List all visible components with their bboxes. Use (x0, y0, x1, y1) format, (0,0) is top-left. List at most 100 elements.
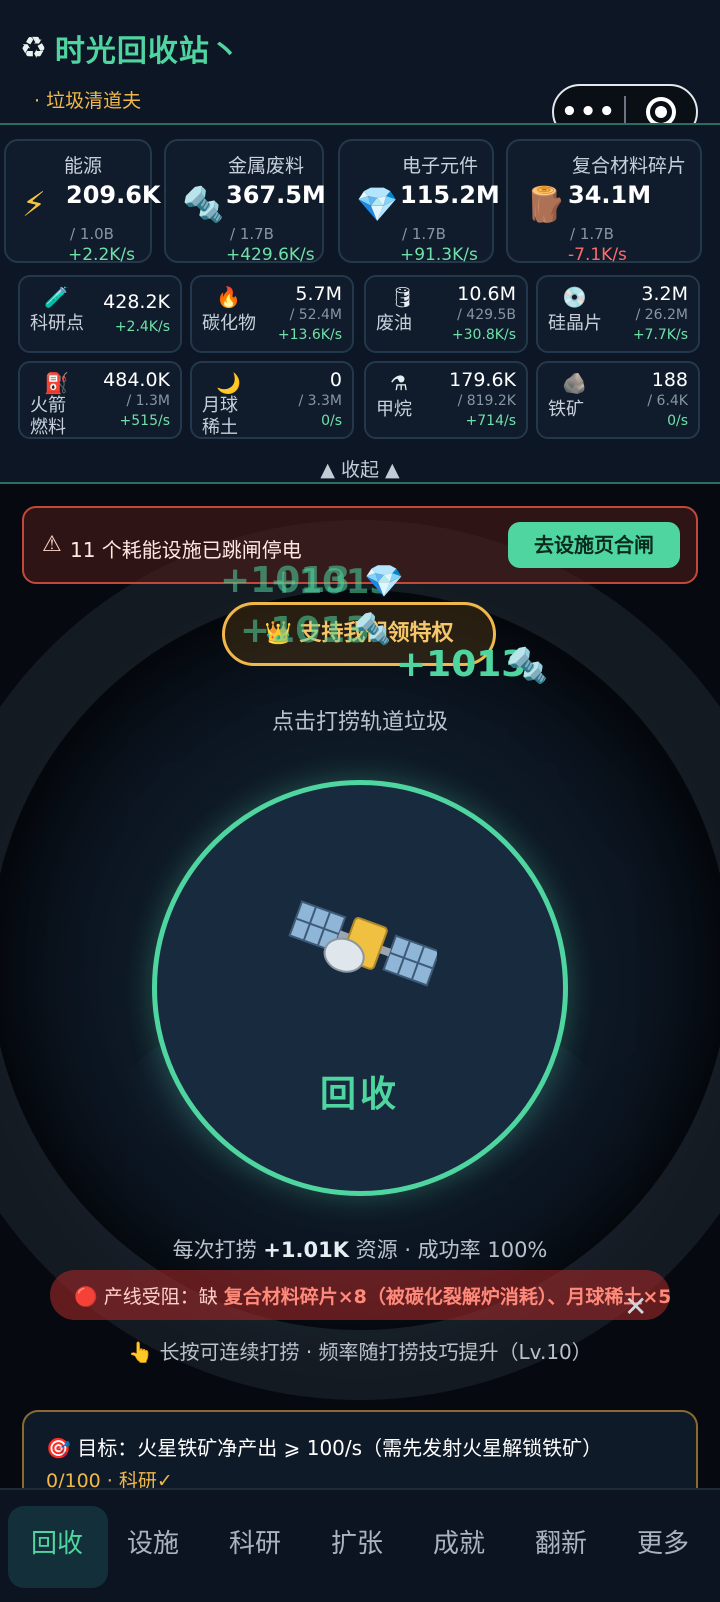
fuel-pump-icon: ⛽ (44, 371, 69, 395)
resource-name: 科研点 (30, 313, 84, 334)
tab-recycle[interactable]: 回收 (6, 1490, 108, 1602)
salvage-stats: 每次打捞 +1.01K 资源 · 成功率 100% (0, 1234, 720, 1264)
satellite-icon (288, 900, 437, 987)
resource-card-energy: ⚡ 能源 209.6K / 1.0B +2.2K/s (4, 139, 161, 265)
tab-achievements[interactable]: 成就 (408, 1490, 510, 1602)
goal-text: 🎯 目标：火星铁矿净产出 ⩾ 100/s（需先发射火星解锁铁矿） (46, 1436, 603, 1460)
tab-renovate[interactable]: 翻新 (510, 1490, 612, 1602)
resource-value: 115.2M (400, 181, 500, 209)
production-blocked-banner: 🔴 产线受阻：缺 复合材料碎片×8（被碳化裂解炉消耗）、月球稀土×5 (50, 1270, 670, 1320)
moon-icon: 🌙 (216, 371, 241, 395)
stats-amount: +1.01K (263, 1238, 349, 1262)
resource-name: 甲烷 (376, 399, 412, 420)
resource-value: 0 (329, 369, 342, 391)
tab-more[interactable]: 更多 (612, 1490, 714, 1602)
collapse-toggle[interactable]: ▲ 收起 ▲ (0, 455, 720, 482)
resource-name: 废油 (376, 313, 412, 334)
resource-card-lunar-earth: 🌙 月球 稀土 0 / 3.3M 0/s (190, 361, 354, 439)
resource-rate: +714/s (465, 413, 516, 429)
test-tube-icon: 🧪 (44, 285, 69, 309)
bolt-icon: 🔩 (182, 185, 225, 225)
resource-card-iron-ore: 🪨 铁矿 188 / 6.4K 0/s (536, 361, 700, 439)
resource-rate: +429.6K/s (226, 245, 315, 265)
rock-icon: 🪨 (562, 371, 587, 395)
fire-icon: 🔥 (216, 285, 241, 309)
resource-card-silicon: 💿 硅晶片 3.2M / 26.2M +7.7K/s (536, 275, 700, 353)
resource-rate: +7.7K/s (632, 327, 688, 343)
resource-rate: -7.1K/s (568, 245, 627, 265)
resource-card-electronics: 💎 电子元件 115.2M / 1.7B +91.3K/s (338, 139, 500, 265)
recycle-button[interactable]: 回收 (152, 780, 568, 1196)
resource-cap: / 1.3M (126, 393, 170, 409)
resource-value: 3.2M (641, 283, 688, 305)
bolt-icon: 🔩 (506, 646, 549, 686)
gain-floater: +1013 (240, 610, 371, 651)
resource-card-metal: 🔩 金属废料 367.5M / 1.7B +429.6K/s (164, 139, 326, 265)
resource-rate: 0/s (667, 413, 688, 429)
resource-value: 484.0K (103, 369, 170, 391)
stats-suffix: 资源 · 成功率 100% (348, 1238, 548, 1262)
tab-facilities[interactable]: 设施 (102, 1490, 204, 1602)
resource-value: 367.5M (226, 181, 326, 209)
resource-name: 金属废料 (227, 155, 304, 177)
resource-cap: / 52.4M (289, 307, 342, 323)
divider (0, 482, 720, 484)
resource-value: 10.6M (457, 283, 516, 305)
resource-value: 428.2K (103, 291, 170, 313)
resource-card-rocket-fuel: ⛽ 火箭 燃料 484.0K / 1.3M +515/s (18, 361, 182, 439)
flask-icon: ⚗ (390, 371, 408, 395)
resource-name: 月球 稀土 (202, 395, 238, 438)
resource-cap: / 429.5B (457, 307, 516, 323)
oil-barrel-icon: 🛢 (390, 285, 416, 309)
resource-name: 电子元件 (401, 155, 478, 177)
blocked-message: 🔴 产线受阻：缺 复合材料碎片×8（被碳化裂解炉消耗）、月球稀土×5 (74, 1282, 670, 1309)
gem-icon: 💎 (364, 562, 404, 600)
resource-cap: / 1.7B (230, 225, 274, 243)
resource-rate: +2.4K/s (114, 319, 170, 335)
resource-value: 188 (651, 369, 688, 391)
resource-value: 5.7M (295, 283, 342, 305)
blocked-prefix: 🔴 产线受阻：缺 (74, 1286, 224, 1308)
blocked-items: 复合材料碎片×8（被碳化裂解炉消耗）、月球稀土×5 (223, 1286, 670, 1308)
close-icon[interactable]: ✕ (624, 1290, 647, 1323)
resource-value: 34.1M (568, 181, 652, 209)
resource-rate: +30.8K/s (451, 327, 516, 343)
bottom-nav: 回收 设施 科研 扩张 成就 翻新 更多 (0, 1488, 720, 1602)
resource-card-waste-oil: 🛢 废油 10.6M / 429.5B +30.8K/s (364, 275, 528, 353)
app-title-text: 时光回收站丶 (54, 34, 241, 69)
resource-name: 碳化物 (202, 313, 256, 334)
resource-card-carbide: 🔥 碳化物 5.7M / 52.4M +13.6K/s (190, 275, 354, 353)
warning-icon: ⚠ (42, 532, 62, 557)
resource-name: 复合材料碎片 (571, 155, 686, 177)
resource-card-research: 🧪 科研点 428.2K +2.4K/s (18, 275, 182, 353)
alert-message: 11 个耗能设施已跳闸停电 (70, 538, 302, 562)
tab-research[interactable]: 科研 (204, 1490, 306, 1602)
resource-value: 209.6K (66, 181, 161, 209)
disc-icon: 💿 (562, 285, 587, 309)
resource-name: 能源 (63, 155, 102, 177)
resource-card-composite: 🪵 复合材料碎片 34.1M / 1.7B -7.1K/s (506, 139, 702, 265)
resource-name: 火箭 燃料 (30, 395, 66, 438)
resource-cap: / 26.2M (635, 307, 688, 323)
resource-cap: / 1.7B (570, 225, 614, 243)
gem-icon: 💎 (356, 185, 399, 225)
resource-value: 179.6K (449, 369, 516, 391)
resource-rate: 0/s (321, 413, 342, 429)
resource-cap: / 3.3M (298, 393, 342, 409)
resource-rate: +2.2K/s (68, 245, 136, 265)
resource-panel: ⚡ 能源 209.6K / 1.0B +2.2K/s 🔩 金属废料 367.5M… (0, 125, 720, 483)
resource-cap: / 819.2K (457, 393, 516, 409)
tab-expansion[interactable]: 扩张 (306, 1490, 408, 1602)
log-icon: 🪵 (524, 185, 567, 225)
recycle-label: 回收 (319, 1074, 400, 1115)
player-title: · 垃圾清道夫 (34, 90, 142, 112)
salvage-hint: 点击打捞轨道垃圾 (271, 710, 448, 735)
app-title: ♻ 时光回收站丶 (20, 26, 241, 70)
resource-name: 硅晶片 (548, 313, 602, 334)
reset-breaker-button[interactable]: 去设施页合闸 (508, 522, 680, 568)
bolt-icon: 🔩 (354, 612, 392, 647)
recycle-icon: ♻ (20, 30, 47, 66)
resource-rate: +91.3K/s (400, 245, 478, 265)
resource-rate: +13.6K/s (277, 327, 342, 343)
stats-prefix: 每次打捞 (172, 1238, 264, 1262)
